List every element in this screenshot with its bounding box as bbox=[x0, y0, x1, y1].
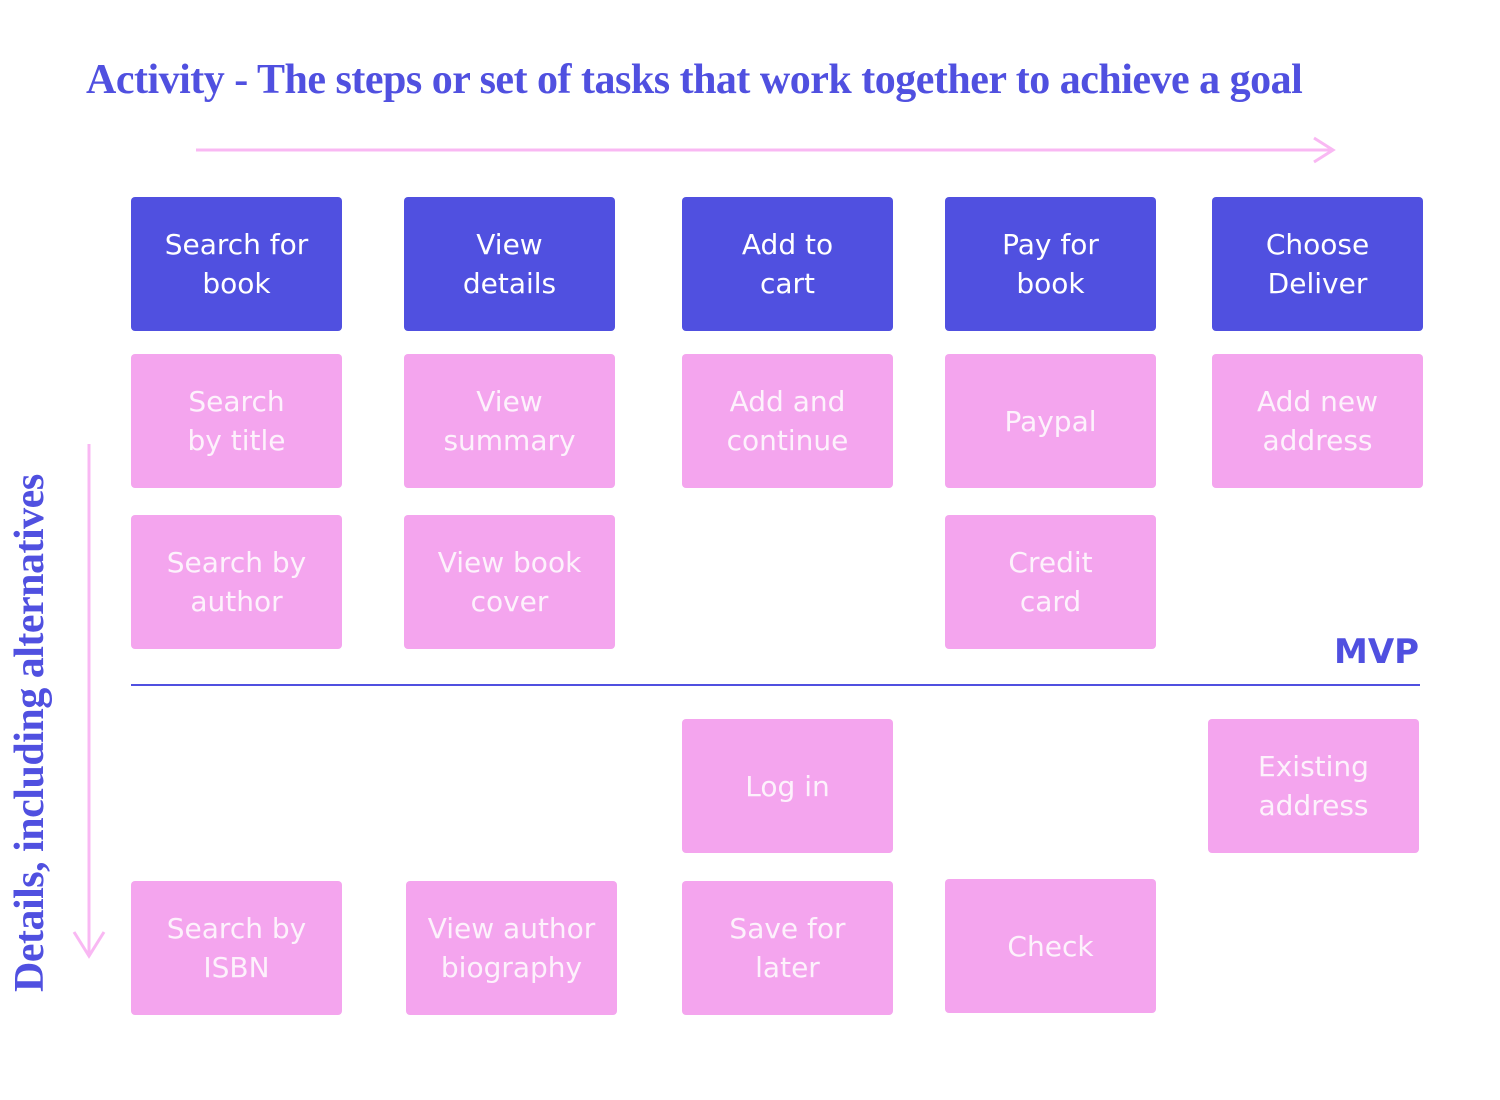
detail-card-view-author-biography[interactable]: View author biography bbox=[406, 881, 617, 1015]
diagram-title: Activity - The steps or set of tasks tha… bbox=[86, 57, 1303, 103]
activity-card-choose-deliver[interactable]: Choose Deliver bbox=[1212, 197, 1423, 331]
detail-card-search-by-title[interactable]: Search by title bbox=[131, 354, 342, 488]
detail-card-existing-address[interactable]: Existing address bbox=[1208, 719, 1419, 853]
activity-card-add-to-cart[interactable]: Add to cart bbox=[682, 197, 893, 331]
detail-card-paypal[interactable]: Paypal bbox=[945, 354, 1156, 488]
vertical-arrow-icon bbox=[72, 444, 106, 959]
detail-card-search-by-isbn[interactable]: Search by ISBN bbox=[131, 881, 342, 1015]
mvp-label: MVP bbox=[1334, 632, 1420, 672]
detail-card-log-in[interactable]: Log in bbox=[682, 719, 893, 853]
detail-card-view-book-cover[interactable]: View book cover bbox=[404, 515, 615, 649]
horizontal-arrow-icon bbox=[196, 136, 1336, 164]
activity-card-pay-for-book[interactable]: Pay for book bbox=[945, 197, 1156, 331]
detail-card-search-by-author[interactable]: Search by author bbox=[131, 515, 342, 649]
detail-card-add-and-continue[interactable]: Add and continue bbox=[682, 354, 893, 488]
activity-card-search-for-book[interactable]: Search for book bbox=[131, 197, 342, 331]
details-axis-label: Details, including alternatives bbox=[7, 474, 53, 992]
detail-card-check[interactable]: Check bbox=[945, 879, 1156, 1013]
detail-card-view-summary[interactable]: View summary bbox=[404, 354, 615, 488]
detail-card-add-new-address[interactable]: Add new address bbox=[1212, 354, 1423, 488]
mvp-divider bbox=[131, 684, 1420, 686]
detail-card-credit-card[interactable]: Credit card bbox=[945, 515, 1156, 649]
detail-card-save-for-later[interactable]: Save for later bbox=[682, 881, 893, 1015]
activity-card-view-details[interactable]: View details bbox=[404, 197, 615, 331]
